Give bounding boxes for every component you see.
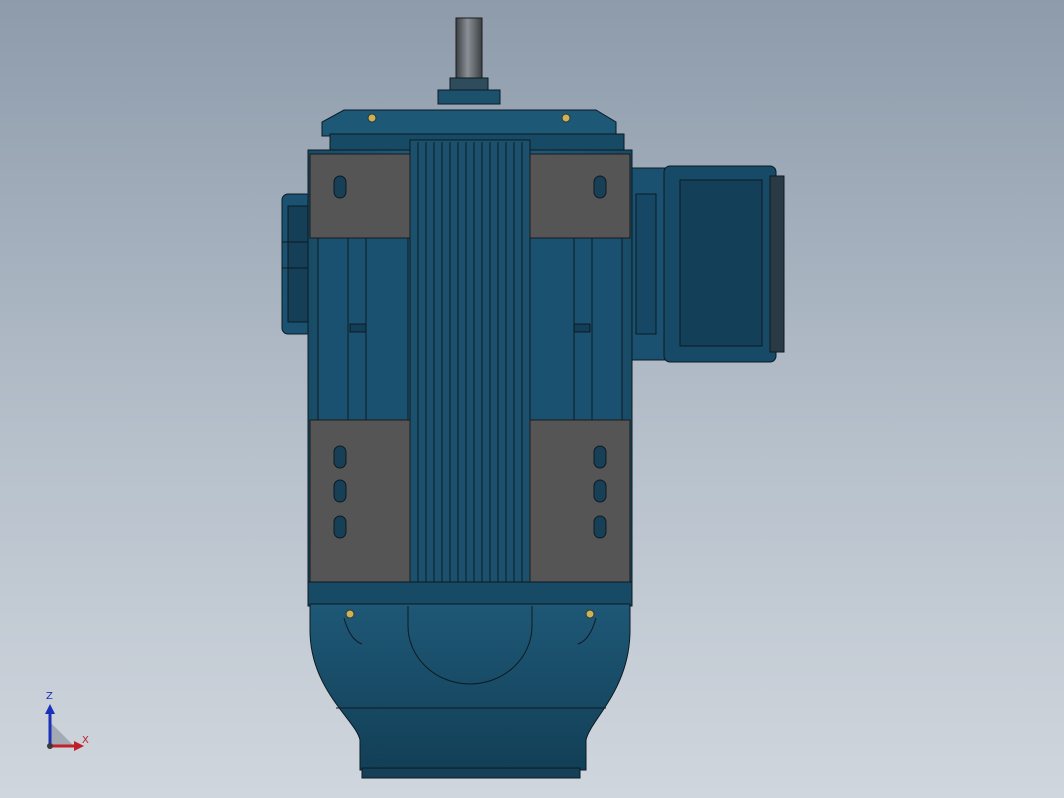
graphics-viewport[interactable]: Z X xyxy=(0,0,1064,798)
mounting-pad-bottom-right xyxy=(529,419,631,583)
mounting-pad-bottom-left xyxy=(309,419,411,583)
motor-model[interactable] xyxy=(0,0,1064,798)
mounting-pad-top-right xyxy=(529,153,631,239)
cooling-fins xyxy=(409,139,531,605)
shaft xyxy=(437,17,501,105)
fan-cover xyxy=(307,581,633,779)
mounting-pad-top-left xyxy=(309,153,411,239)
right-terminal-box xyxy=(629,165,785,363)
axis-triad: Z X xyxy=(40,692,100,756)
x-axis-label: X xyxy=(82,735,89,746)
z-axis-label: Z xyxy=(46,691,53,702)
